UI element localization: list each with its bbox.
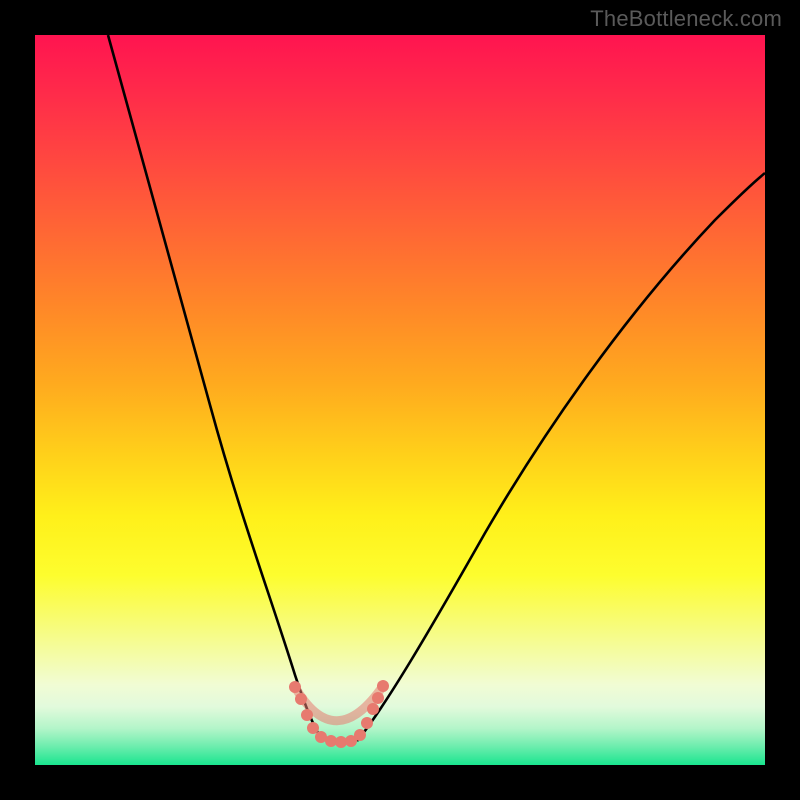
plot-area [35, 35, 765, 765]
trough-dots [289, 680, 389, 748]
watermark-text: TheBottleneck.com [590, 6, 782, 32]
curve-left [108, 35, 323, 741]
chart-frame: TheBottleneck.com [0, 0, 800, 800]
overlay-curves [35, 35, 765, 765]
curve-right [357, 173, 765, 741]
